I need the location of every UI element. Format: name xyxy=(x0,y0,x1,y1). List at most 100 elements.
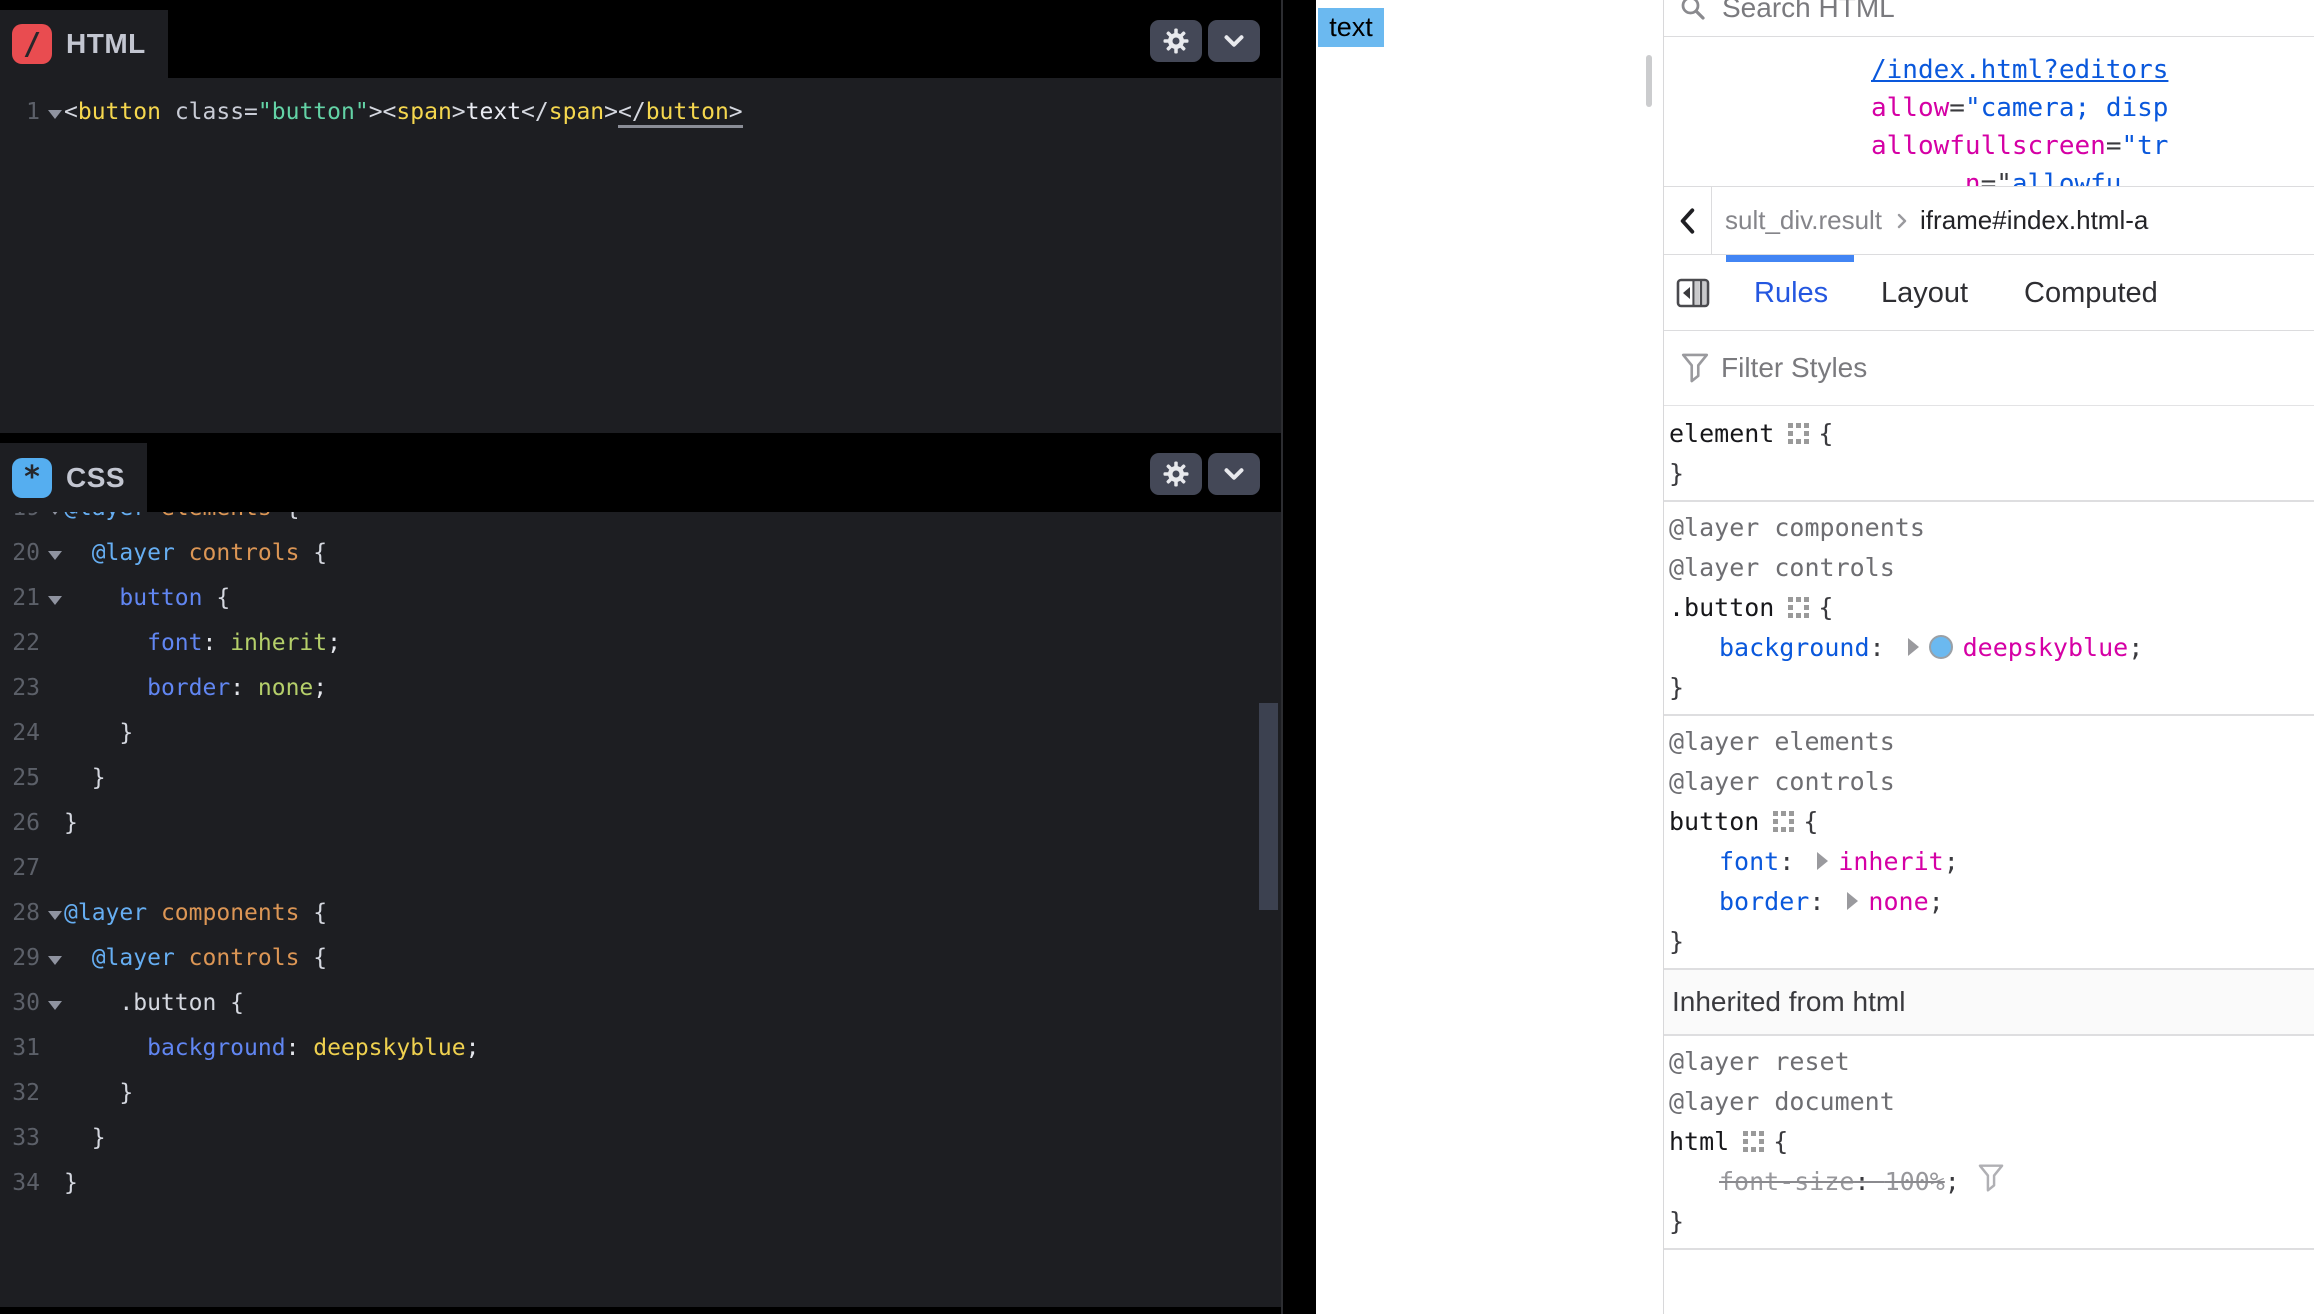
html-collapse-button[interactable] xyxy=(1208,20,1260,62)
css-editor-scrollbar[interactable] xyxy=(1259,703,1278,910)
css-code-editor[interactable]: 19@layer elements {20 @layer controls {2… xyxy=(0,512,1281,1307)
code-text: } xyxy=(64,765,106,791)
css-declaration[interactable]: border: none; xyxy=(1669,882,2314,922)
code-line[interactable]: 31 background: deepskyblue; xyxy=(0,1026,1281,1071)
line-number: 21 xyxy=(0,576,40,621)
css-tab-label: CSS xyxy=(66,462,125,494)
html-panel-header: / HTML xyxy=(0,0,1281,78)
rule-block: @layer components@layer controls.button{… xyxy=(1664,502,2314,716)
markup-line[interactable]: allowfullscreen="tr xyxy=(1871,127,2314,165)
search-placeholder: Search HTML xyxy=(1722,0,1895,24)
code-text: button { xyxy=(64,585,230,611)
code-line[interactable]: 27 xyxy=(0,846,1281,891)
code-text: } xyxy=(64,720,133,746)
code-text: } xyxy=(64,1080,133,1106)
css-settings-button[interactable] xyxy=(1150,453,1202,495)
breadcrumb-back-button[interactable] xyxy=(1664,187,1712,254)
line-number: 19 xyxy=(0,512,40,531)
filter-styles-input[interactable]: Filter Styles xyxy=(1664,331,2314,406)
code-line[interactable]: 25 } xyxy=(0,756,1281,801)
code-line[interactable]: 34} xyxy=(0,1161,1281,1206)
line-number: 29 xyxy=(0,936,40,981)
expand-arrow-icon[interactable] xyxy=(1847,892,1858,910)
breadcrumb-item-result-div[interactable]: sult_div.result xyxy=(1725,205,1882,236)
panel-resize-gutter[interactable] xyxy=(1281,0,1316,1314)
expand-arrow-icon[interactable] xyxy=(1817,852,1828,870)
layer-annotation: @layer components xyxy=(1669,508,2314,548)
code-line[interactable]: 23 border: none; xyxy=(0,666,1281,711)
html-code-editor[interactable]: 1<button class="button"><span>text</span… xyxy=(0,78,1281,433)
code-text: } xyxy=(64,810,78,836)
selector-highlighter-icon[interactable] xyxy=(1743,1131,1763,1151)
line-number: 30 xyxy=(0,981,40,1026)
line-number: 28 xyxy=(0,891,40,936)
preview-rendered-button[interactable]: text xyxy=(1318,8,1384,47)
code-text: } xyxy=(64,1125,106,1151)
expand-arrow-icon[interactable] xyxy=(1908,638,1919,656)
selector-highlighter-icon[interactable] xyxy=(1788,423,1808,443)
code-text: } xyxy=(64,1170,78,1196)
breadcrumb-item-iframe[interactable]: iframe#index.html-a xyxy=(1920,205,2148,236)
tab-css[interactable]: * CSS xyxy=(0,443,147,512)
gear-icon xyxy=(1161,459,1191,489)
fold-arrow-icon[interactable] xyxy=(40,936,64,981)
layer-annotation: @layer controls xyxy=(1669,548,2314,588)
code-line[interactable]: 21 button { xyxy=(0,576,1281,621)
tab-rules[interactable]: Rules xyxy=(1754,255,1828,331)
sidebar-toggle-icon[interactable] xyxy=(1676,277,1710,314)
line-number: 32 xyxy=(0,1071,40,1116)
fold-arrow-icon[interactable] xyxy=(40,576,64,621)
rule-selector[interactable]: .button{ xyxy=(1669,588,2314,628)
code-line[interactable]: 30 .button { xyxy=(0,981,1281,1026)
tab-computed[interactable]: Computed xyxy=(2024,255,2158,331)
markup-line[interactable]: allow="camera; disp xyxy=(1871,89,2314,127)
tab-html[interactable]: / HTML xyxy=(0,10,168,78)
code-line[interactable]: 1<button class="button"><span>text</span… xyxy=(0,90,1281,135)
code-text: @layer elements { xyxy=(64,512,299,521)
fold-arrow-icon[interactable] xyxy=(40,981,64,1026)
code-text: <button class="button"><span>text</span>… xyxy=(64,99,743,128)
line-number: 31 xyxy=(0,1026,40,1071)
css-declaration[interactable]: font-size: 100%; xyxy=(1669,1162,2314,1202)
rule-block: element{} xyxy=(1664,406,2314,502)
color-swatch[interactable] xyxy=(1929,635,1953,659)
rule-selector[interactable]: html{ xyxy=(1669,1122,2314,1162)
code-line[interactable]: 32 } xyxy=(0,1071,1281,1116)
rule-close-brace: } xyxy=(1669,922,2314,962)
tab-layout[interactable]: Layout xyxy=(1881,255,1968,331)
markup-view[interactable]: /index.html?editorsallow="camera; dispal… xyxy=(1664,37,2314,186)
css-declaration[interactable]: background: deepskyblue; xyxy=(1669,628,2314,668)
code-line[interactable]: 29 @layer controls { xyxy=(0,936,1281,981)
code-line[interactable]: 26} xyxy=(0,801,1281,846)
selector-highlighter-icon[interactable] xyxy=(1788,597,1808,617)
rule-block: @layer elements@layer controlsbutton{fon… xyxy=(1664,716,2314,970)
css-declaration[interactable]: font: inherit; xyxy=(1669,842,2314,882)
fold-arrow-icon[interactable] xyxy=(40,90,64,135)
code-line[interactable]: 22 font: inherit; xyxy=(0,621,1281,666)
code-text: font: inherit; xyxy=(64,630,341,656)
css-collapse-button[interactable] xyxy=(1208,453,1260,495)
fold-arrow-icon[interactable] xyxy=(40,891,64,936)
devtools-search-bar[interactable]: Search HTML xyxy=(1664,0,2314,37)
breadcrumb: sult_div.result iframe#index.html-a xyxy=(1664,186,2314,255)
rule-selector[interactable]: button{ xyxy=(1669,802,2314,842)
chevron-down-icon xyxy=(1219,26,1249,56)
fold-arrow-icon[interactable] xyxy=(40,531,64,576)
html-settings-button[interactable] xyxy=(1150,20,1202,62)
code-line[interactable]: 33 } xyxy=(0,1116,1281,1161)
overridden-filter-icon[interactable] xyxy=(1976,1162,2006,1206)
code-line[interactable]: 19 @layer elements { xyxy=(0,512,1281,531)
line-number: 24 xyxy=(0,711,40,756)
fold-arrow-icon[interactable] xyxy=(40,512,64,531)
line-number: 22 xyxy=(0,621,40,666)
markup-line[interactable]: n="allowfu xyxy=(1871,165,2314,186)
selector-highlighter-icon[interactable] xyxy=(1773,811,1793,831)
filter-icon xyxy=(1679,351,1711,390)
code-line[interactable]: 28@layer components { xyxy=(0,891,1281,936)
code-line[interactable]: 20 @layer controls { xyxy=(0,531,1281,576)
markup-line[interactable]: /index.html?editors xyxy=(1871,51,2314,89)
code-line[interactable]: 24 } xyxy=(0,711,1281,756)
chevron-left-icon xyxy=(1674,206,1702,236)
preview-scrollbar[interactable] xyxy=(1646,55,1652,107)
rule-selector[interactable]: element{ xyxy=(1669,414,2314,454)
